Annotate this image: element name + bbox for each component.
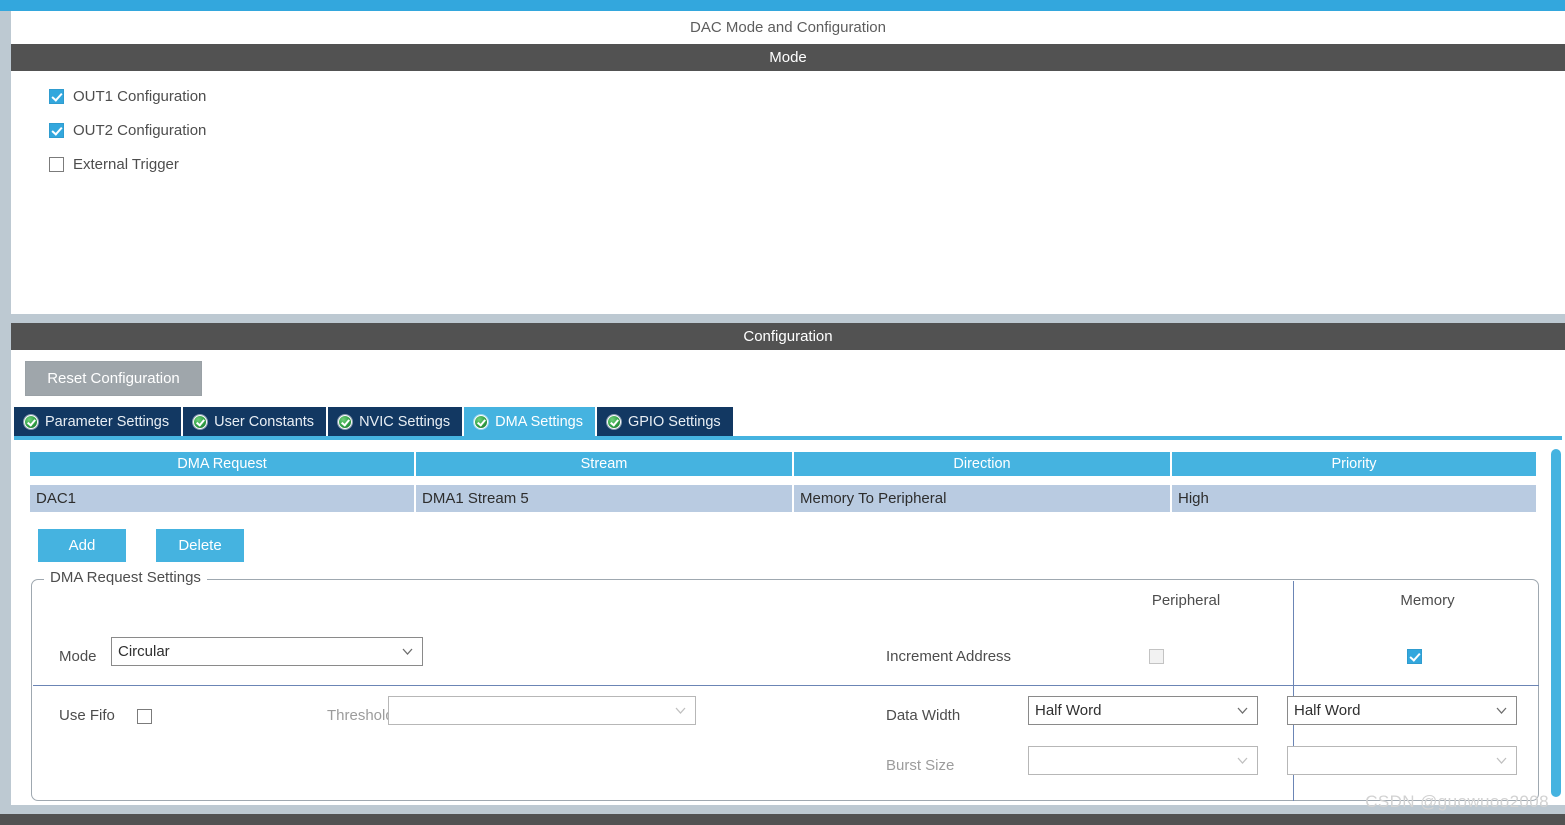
add-button[interactable]: Add bbox=[38, 529, 126, 562]
data-width-label: Data Width bbox=[886, 707, 961, 724]
tab-gpio-settings[interactable]: GPIO Settings bbox=[596, 407, 735, 436]
dma-request-settings-group: DMA Request Settings Mode Circular Use F… bbox=[31, 569, 1539, 801]
cell-priority: High bbox=[1178, 490, 1209, 507]
chevron-down-icon bbox=[1237, 757, 1248, 764]
tab-active-underline bbox=[14, 436, 1562, 440]
data-width-memory-select[interactable]: Half Word bbox=[1287, 696, 1517, 725]
section-separator-strip bbox=[11, 314, 1565, 323]
green-check-icon bbox=[193, 414, 208, 429]
chevron-down-icon bbox=[402, 648, 413, 655]
chevron-down-icon bbox=[1237, 707, 1248, 714]
out1-configuration-label: OUT1 Configuration bbox=[73, 87, 207, 105]
configuration-section-header: Configuration bbox=[11, 323, 1565, 350]
table-row[interactable]: DAC1 DMA1 Stream 5 Memory To Peripheral … bbox=[30, 485, 1536, 512]
peripheral-column-header: Peripheral bbox=[1151, 592, 1221, 609]
configuration-section-body: Reset Configuration Parameter Settings U… bbox=[11, 350, 1565, 805]
mode-section-body: OUT1 Configuration OUT2 Configuration Ex… bbox=[11, 71, 1565, 314]
out2-configuration-checkbox[interactable] bbox=[49, 122, 64, 138]
checkbox-row-external-trigger[interactable]: External Trigger bbox=[49, 153, 179, 175]
tab-dma-settings-label: DMA Settings bbox=[495, 413, 583, 430]
tab-parameter-settings-label: Parameter Settings bbox=[45, 413, 170, 430]
increment-address-peripheral-checkbox[interactable] bbox=[1149, 649, 1164, 664]
dma-request-settings-legend: DMA Request Settings bbox=[44, 569, 207, 586]
checkbox-row-out2-configuration[interactable]: OUT2 Configuration bbox=[49, 119, 206, 141]
mode-select[interactable]: Circular bbox=[111, 637, 423, 666]
data-width-peripheral-value: Half Word bbox=[1035, 702, 1102, 719]
dma-table-actions: Add Delete bbox=[38, 529, 244, 562]
chevron-down-icon bbox=[675, 707, 686, 714]
burst-size-label: Burst Size bbox=[886, 757, 955, 774]
threshold-select[interactable] bbox=[388, 696, 696, 725]
configuration-section-header-label: Configuration bbox=[743, 328, 833, 345]
bottom-dark-strip bbox=[0, 814, 1565, 825]
use-fifo-label: Use Fifo bbox=[59, 707, 115, 724]
cell-dma-request: DAC1 bbox=[30, 485, 416, 512]
mode-label: Mode bbox=[59, 648, 97, 665]
settings-horizontal-divider bbox=[33, 685, 1539, 686]
chevron-down-icon bbox=[1496, 757, 1507, 764]
bottom-pale-strip bbox=[0, 805, 1565, 814]
dma-table-header-stream[interactable]: Stream bbox=[416, 452, 794, 476]
use-fifo-checkbox[interactable] bbox=[137, 709, 152, 724]
tab-gpio-settings-label: GPIO Settings bbox=[627, 413, 721, 430]
dma-table-header-direction[interactable]: Direction bbox=[794, 452, 1172, 476]
increment-address-memory-checkbox[interactable] bbox=[1407, 649, 1422, 664]
checkbox-row-out1-configuration[interactable]: OUT1 Configuration bbox=[49, 85, 206, 107]
page-title: DAC Mode and Configuration bbox=[11, 11, 1565, 44]
data-width-peripheral-select[interactable]: Half Word bbox=[1028, 696, 1258, 725]
configuration-scrollbar[interactable] bbox=[1548, 447, 1563, 799]
chevron-down-icon bbox=[1496, 707, 1507, 714]
configuration-tab-bar: Parameter Settings User Constants NVIC S… bbox=[14, 407, 1562, 436]
tab-nvic-settings-label: NVIC Settings bbox=[359, 413, 451, 430]
external-trigger-checkbox[interactable] bbox=[49, 156, 64, 172]
dma-table-header-priority[interactable]: Priority bbox=[1172, 452, 1536, 476]
tab-dma-settings[interactable]: DMA Settings bbox=[464, 407, 597, 436]
dma-request-table: DMA Request Stream Direction Priority DA… bbox=[30, 452, 1536, 512]
out2-configuration-label: OUT2 Configuration bbox=[73, 121, 207, 139]
green-check-icon bbox=[606, 414, 621, 429]
dma-table-header-dma-request[interactable]: DMA Request bbox=[30, 452, 416, 476]
cell-direction: Memory To Peripheral bbox=[794, 485, 1172, 512]
mode-section-header: Mode bbox=[11, 44, 1565, 71]
green-check-icon bbox=[338, 414, 353, 429]
green-check-icon bbox=[474, 414, 489, 429]
memory-column-header: Memory bbox=[1400, 592, 1455, 609]
burst-size-memory-select[interactable] bbox=[1287, 746, 1517, 775]
configuration-scrollbar-thumb[interactable] bbox=[1551, 449, 1561, 797]
tab-user-constants-label: User Constants bbox=[214, 413, 315, 430]
external-trigger-label: External Trigger bbox=[73, 155, 179, 173]
mode-select-value: Circular bbox=[118, 643, 170, 660]
window-top-accent-bar bbox=[0, 0, 1565, 11]
data-width-memory-value: Half Word bbox=[1294, 702, 1361, 719]
tab-parameter-settings[interactable]: Parameter Settings bbox=[14, 407, 184, 436]
dma-table-body: DAC1 DMA1 Stream 5 Memory To Peripheral … bbox=[30, 485, 1536, 512]
tab-user-constants[interactable]: User Constants bbox=[183, 407, 329, 436]
tab-nvic-settings[interactable]: NVIC Settings bbox=[328, 407, 465, 436]
left-edge-strip bbox=[0, 11, 11, 814]
out1-configuration-checkbox[interactable] bbox=[49, 88, 64, 104]
mode-section-header-label: Mode bbox=[769, 49, 807, 66]
cell-stream: DMA1 Stream 5 bbox=[416, 485, 794, 512]
burst-size-peripheral-select[interactable] bbox=[1028, 746, 1258, 775]
dma-table-header-row: DMA Request Stream Direction Priority bbox=[30, 452, 1536, 476]
dac-configuration-window: DAC Mode and Configuration Mode OUT1 Con… bbox=[0, 0, 1565, 825]
reset-configuration-button[interactable]: Reset Configuration bbox=[25, 361, 202, 396]
delete-button[interactable]: Delete bbox=[156, 529, 244, 562]
threshold-label: Threshold bbox=[327, 707, 394, 724]
green-check-icon bbox=[24, 414, 38, 429]
increment-address-label: Increment Address bbox=[886, 648, 1012, 665]
